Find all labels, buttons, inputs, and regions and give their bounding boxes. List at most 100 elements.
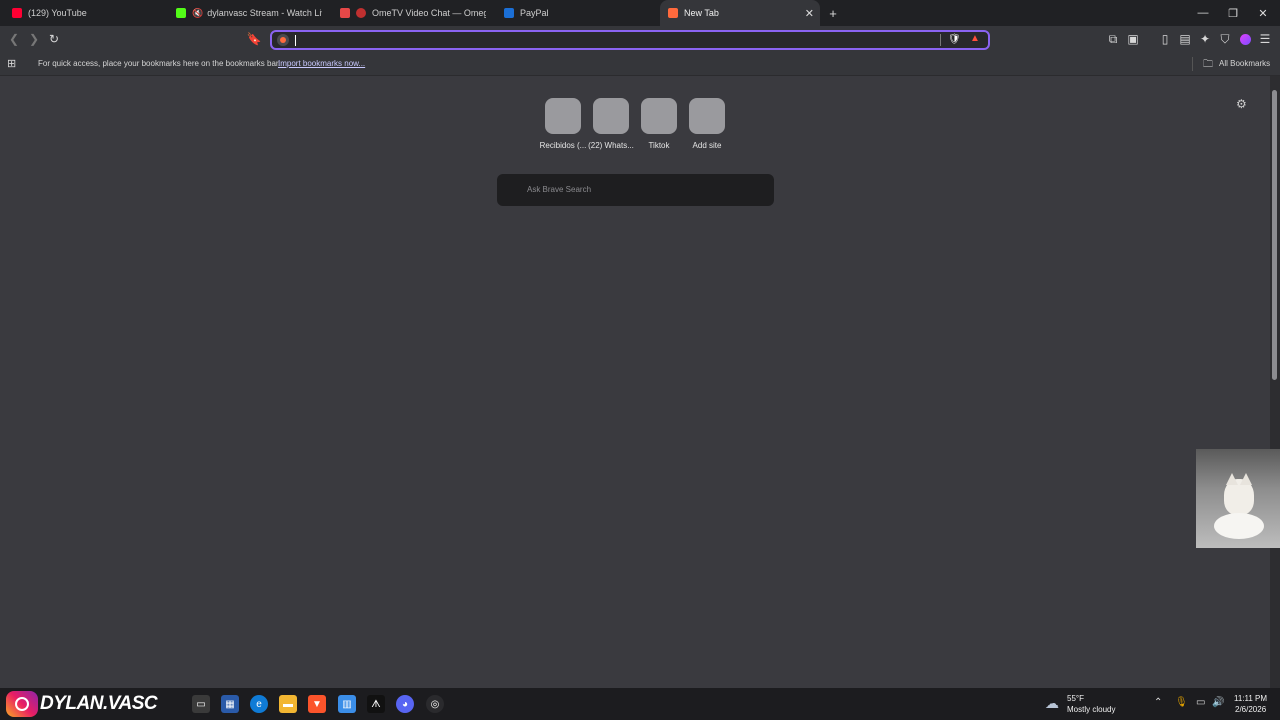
close-icon: ✕	[1258, 7, 1268, 20]
cat-ear	[1226, 473, 1238, 485]
forward-button[interactable]: ❯	[26, 31, 42, 47]
plate	[1214, 513, 1264, 539]
cat-ear	[1240, 473, 1252, 485]
ometv-icon	[340, 8, 350, 18]
plus-icon: +	[829, 5, 837, 21]
shield-icon: ⛉	[1220, 31, 1230, 46]
site-thumbnail	[641, 98, 677, 134]
capcut-icon[interactable]: ᗑ	[367, 695, 385, 713]
network-icon[interactable]: ▭	[1196, 697, 1205, 708]
file-explorer-icon[interactable]: ▬	[279, 695, 297, 713]
clock-date[interactable]: 2/6/2026	[1235, 705, 1266, 714]
new-tab-page: Recibidos (... (22) Whats... Tiktok Add …	[0, 76, 1270, 688]
chevron-up-icon[interactable]: ⌃	[1154, 697, 1162, 708]
tab-title: OmeTV Video Chat — Omegle Ra	[372, 8, 486, 18]
apps-grid-icon[interactable]: ⊞	[7, 57, 16, 70]
scrollbar[interactable]	[1270, 76, 1280, 688]
back-arrow-icon: ❮	[8, 32, 20, 46]
edge-icon[interactable]: e	[250, 695, 268, 713]
site-label: Add site	[692, 141, 722, 150]
weather-temp[interactable]: 55°F	[1067, 694, 1084, 703]
youtube-icon	[12, 8, 22, 18]
forward-arrow-icon: ❯	[28, 32, 40, 46]
site-thumbnail	[689, 98, 725, 134]
windows-taskbar: DYLAN.VASC ▭ ▦ e ▬ ▼ ▥ ᗑ ◕ ◎ ☁ 55°F Most…	[0, 688, 1280, 720]
tab-new-tab[interactable]: New Tab ✕	[660, 0, 820, 26]
scrollbar-thumb[interactable]	[1272, 90, 1277, 380]
restore-button[interactable]: ❐	[1218, 0, 1248, 26]
tab-strip: (129) YouTube 🔇 dylanvasc Stream - Watch…	[0, 0, 1280, 26]
profile-button[interactable]	[1237, 31, 1253, 47]
tab-title: New Tab	[684, 8, 719, 18]
instagram-handle-overlay: DYLAN.VASC	[40, 693, 158, 714]
close-tab-icon[interactable]: ✕	[805, 7, 814, 20]
brave-icon	[668, 8, 678, 18]
top-site-tile[interactable]: Tiktok	[635, 98, 683, 150]
site-label: (22) Whats...	[588, 141, 634, 150]
vpn-button[interactable]: ⛉	[1217, 31, 1233, 47]
paypal-icon	[504, 8, 514, 18]
tab-title: PayPal	[520, 8, 549, 18]
add-site-tile[interactable]: Add site	[683, 98, 731, 150]
tab-title: dylanvasc Stream - Watch Live on	[207, 8, 322, 18]
tab-paypal[interactable]: PayPal	[500, 0, 650, 26]
reload-icon: ↻	[48, 32, 60, 46]
brave-shields-icon[interactable]: 🛡	[948, 34, 961, 45]
top-site-tile[interactable]: Recibidos (...	[539, 98, 587, 150]
kick-icon	[176, 8, 186, 18]
mute-icon[interactable]: 🔇	[192, 8, 203, 19]
webcam-overlay	[1196, 449, 1280, 548]
clock-time[interactable]: 11:11 PM	[1234, 694, 1267, 703]
sidebar-button[interactable]: ▯	[1157, 31, 1173, 47]
site-thumbnail	[593, 98, 629, 134]
minimize-button[interactable]: —	[1188, 0, 1218, 26]
import-bookmarks-link[interactable]: Import bookmarks now...	[278, 59, 365, 68]
close-window-button[interactable]: ✕	[1248, 0, 1278, 26]
brave-search-box[interactable]: Ask Brave Search	[497, 174, 774, 206]
bookmarks-bar: ⊞ For quick access, place your bookmarks…	[0, 52, 1280, 76]
menu-button[interactable]: ☰	[1257, 31, 1273, 47]
profile-icon	[1239, 33, 1251, 45]
tab-search-button[interactable]: ▣	[1125, 31, 1141, 47]
site-label: Tiktok	[648, 141, 670, 150]
weather-cloud-icon: ☁	[1045, 695, 1059, 711]
wallet-button[interactable]: ▤	[1177, 31, 1193, 47]
restore-icon: ❐	[1228, 7, 1238, 20]
bookmarks-hint: For quick access, place your bookmarks h…	[38, 59, 281, 68]
instagram-icon	[6, 691, 38, 717]
search-icon	[277, 34, 289, 46]
discord-icon[interactable]: ◕	[396, 695, 414, 713]
address-input[interactable]	[294, 33, 934, 47]
tab-youtube[interactable]: (129) YouTube	[8, 0, 158, 26]
leo-ai-button[interactable]: ✦	[1197, 31, 1213, 47]
address-bar[interactable]: 🛡 ▲	[270, 30, 990, 50]
wallet-icon: ▤	[1179, 32, 1191, 46]
top-site-tile[interactable]: (22) Whats...	[587, 98, 635, 150]
store-icon[interactable]: ▦	[221, 695, 239, 713]
volume-icon[interactable]: 🔊	[1212, 697, 1224, 708]
settings-gear-icon[interactable]: ⚙	[1236, 97, 1247, 111]
tab-title: (129) YouTube	[28, 8, 87, 18]
brave-rewards-icon[interactable]: ▲	[970, 33, 980, 44]
site-thumbnail	[545, 98, 581, 134]
bookmark-button[interactable]: 🔖	[246, 31, 262, 47]
weather-desc[interactable]: Mostly cloudy	[1067, 705, 1115, 714]
puzzle-icon: ⧉	[1108, 31, 1118, 46]
hamburger-icon: ☰	[1259, 32, 1271, 46]
brave-icon[interactable]: ▼	[308, 695, 326, 713]
tab-kick[interactable]: 🔇 dylanvasc Stream - Watch Live on	[172, 0, 322, 26]
tab-ometv[interactable]: OmeTV Video Chat — Omegle Ra	[336, 0, 486, 26]
extensions-button[interactable]: ⧉	[1105, 31, 1121, 47]
minimize-icon: —	[1197, 7, 1209, 19]
microphone-icon[interactable]: 🎙	[1175, 697, 1188, 708]
task-view-icon[interactable]: ▭	[192, 695, 210, 713]
reload-button[interactable]: ↻	[46, 31, 62, 47]
text-caret	[295, 35, 296, 46]
all-bookmarks-button[interactable]: All Bookmarks	[1219, 59, 1270, 68]
search-placeholder: Ask Brave Search	[527, 185, 592, 194]
sidebar-icon: ▯	[1161, 32, 1169, 46]
new-tab-button[interactable]: +	[818, 0, 848, 26]
app-icon[interactable]: ▥	[338, 695, 356, 713]
obs-icon[interactable]: ◎	[426, 695, 444, 713]
back-button[interactable]: ❮	[6, 31, 22, 47]
